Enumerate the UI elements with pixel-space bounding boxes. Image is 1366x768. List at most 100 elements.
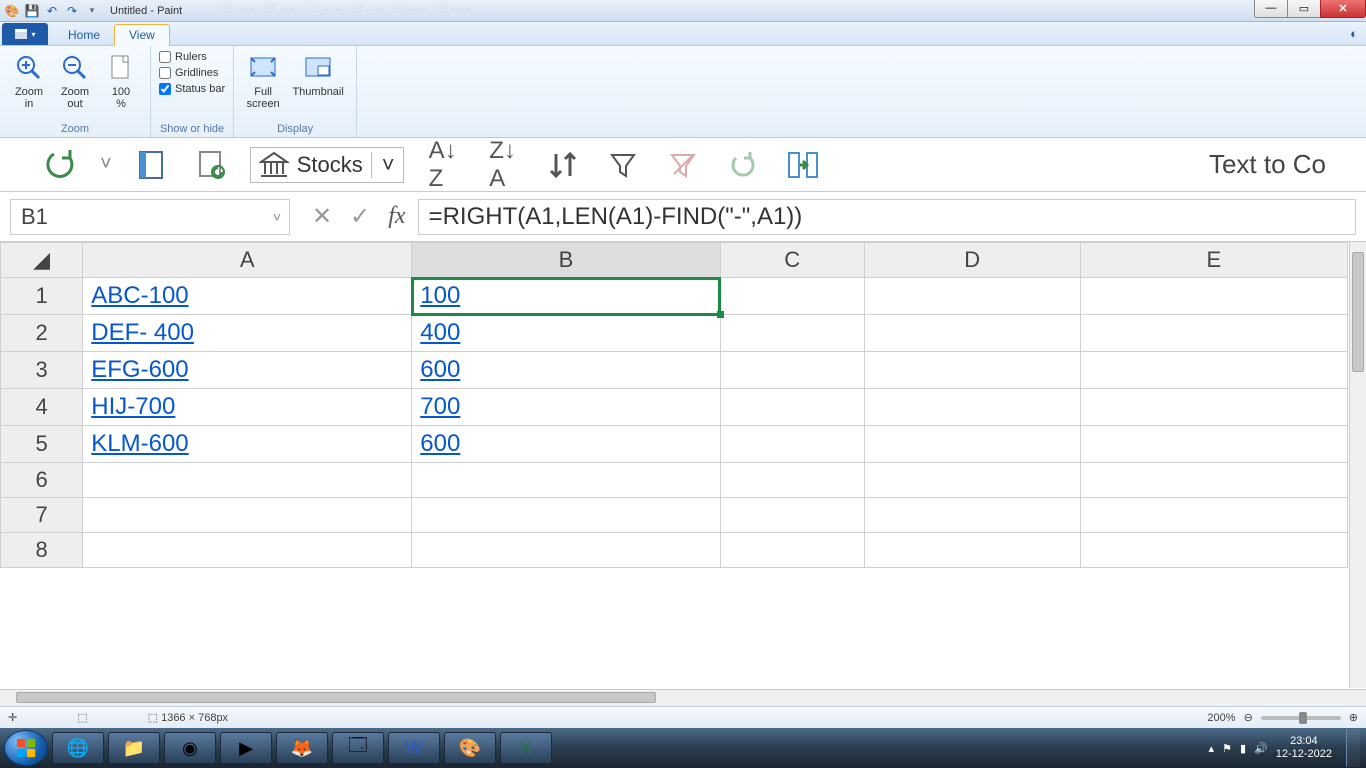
cell[interactable]: KLM-600 — [83, 426, 412, 463]
col-header-A[interactable]: A — [83, 243, 412, 278]
cell[interactable] — [83, 498, 412, 533]
zoom-slider[interactable] — [1261, 716, 1341, 720]
taskbar-media[interactable]: ▶ — [220, 732, 272, 764]
stocks-datatype-button[interactable]: Stocks ˅ — [250, 147, 404, 183]
refresh-icon[interactable] — [40, 144, 82, 186]
cell[interactable] — [83, 463, 412, 498]
cell-selected[interactable]: 100 — [412, 278, 720, 315]
vertical-scrollbar[interactable] — [1349, 242, 1366, 688]
filter-icon[interactable] — [602, 144, 644, 186]
cell[interactable]: 400 — [412, 315, 720, 352]
zoom-100-button[interactable]: 100% — [100, 50, 142, 110]
check-statusbar[interactable]: Status bar — [159, 82, 225, 96]
tab-home[interactable]: Home — [54, 25, 114, 45]
cell[interactable]: HIJ-700 — [83, 389, 412, 426]
cell[interactable] — [720, 533, 864, 568]
col-header-D[interactable]: D — [864, 243, 1080, 278]
row-header[interactable]: 4 — [1, 389, 83, 426]
text-to-columns-icon[interactable] — [782, 144, 824, 186]
select-all-corner[interactable]: ◢ — [1, 243, 83, 278]
start-button[interactable] — [4, 730, 48, 766]
tray-chevron-icon[interactable]: ▴ — [1209, 742, 1215, 755]
cell[interactable] — [412, 463, 720, 498]
row-header[interactable]: 6 — [1, 463, 83, 498]
zoom-in-btn[interactable]: ⊕ — [1349, 711, 1358, 724]
cell[interactable]: 600 — [412, 426, 720, 463]
cell[interactable]: ABC-100 — [83, 278, 412, 315]
full-screen-button[interactable]: Fullscreen — [242, 50, 284, 110]
taskbar-app[interactable]: 🗔 — [332, 732, 384, 764]
row-header[interactable]: 5 — [1, 426, 83, 463]
scrollbar-thumb[interactable] — [16, 692, 656, 703]
tray-flag-icon[interactable]: ⚑ — [1222, 742, 1232, 755]
tray-clock[interactable]: 23:04 12-12-2022 — [1276, 735, 1332, 761]
taskbar-firefox[interactable]: 🦊 — [276, 732, 328, 764]
reapply-icon[interactable] — [722, 144, 764, 186]
cell[interactable] — [864, 463, 1080, 498]
maximize-button[interactable]: ▭ — [1287, 0, 1321, 18]
redo-icon[interactable]: ↷ — [64, 3, 80, 19]
zoom-out-button[interactable]: Zoomout — [54, 50, 96, 110]
slider-thumb[interactable] — [1299, 712, 1307, 724]
row-header[interactable]: 8 — [1, 533, 83, 568]
spreadsheet-grid[interactable]: ◢ A B C D E 1ABC-100100 2DEF- 400 400 3E… — [0, 242, 1348, 688]
sort-az-icon[interactable]: A↓Z — [422, 144, 464, 186]
cell[interactable] — [720, 278, 864, 315]
chevron-down-icon[interactable]: ˅ — [273, 209, 281, 225]
taskbar-excel[interactable]: X — [500, 732, 552, 764]
clear-filter-icon[interactable] — [662, 144, 704, 186]
cell[interactable] — [1080, 463, 1347, 498]
row-header[interactable]: 7 — [1, 498, 83, 533]
fx-icon[interactable]: fx — [388, 203, 405, 230]
row-header[interactable]: 1 — [1, 278, 83, 315]
qat-dropdown-icon[interactable]: ▾ — [84, 3, 100, 19]
help-icon[interactable]: ◐ — [1350, 26, 1358, 41]
cell[interactable] — [864, 352, 1080, 389]
cell[interactable] — [864, 533, 1080, 568]
cell[interactable] — [1080, 352, 1347, 389]
edit-links-icon[interactable] — [190, 144, 232, 186]
cell[interactable] — [1080, 498, 1347, 533]
sort-icon[interactable] — [542, 144, 584, 186]
taskbar-word[interactable]: W — [388, 732, 440, 764]
undo-icon[interactable]: ↶ — [44, 3, 60, 19]
minimize-button[interactable]: — — [1254, 0, 1288, 18]
tray-volume-icon[interactable]: 🔊 — [1254, 742, 1268, 755]
cell[interactable] — [864, 498, 1080, 533]
cell[interactable] — [1080, 533, 1347, 568]
cell[interactable] — [720, 315, 864, 352]
formula-input[interactable]: =RIGHT(A1,LEN(A1)-FIND("-",A1)) — [418, 199, 1356, 235]
horizontal-scrollbar[interactable] — [0, 689, 1366, 706]
accept-formula-icon[interactable]: ✓ — [350, 202, 370, 231]
cell[interactable] — [1080, 389, 1347, 426]
taskbar-ie[interactable]: 🌐 — [52, 732, 104, 764]
name-box[interactable]: B1 ˅ — [10, 199, 290, 235]
col-header-E[interactable]: E — [1080, 243, 1347, 278]
sort-za-icon[interactable]: Z↓A — [482, 144, 524, 186]
row-header[interactable]: 3 — [1, 352, 83, 389]
thumbnail-button[interactable]: Thumbnail — [288, 50, 348, 98]
save-icon[interactable]: 💾 — [24, 3, 40, 19]
cell[interactable] — [720, 352, 864, 389]
check-rulers[interactable]: Rulers — [159, 50, 207, 64]
cell[interactable] — [864, 278, 1080, 315]
row-header[interactable]: 2 — [1, 315, 83, 352]
tab-view[interactable]: View — [114, 24, 170, 46]
close-button[interactable]: ✕ — [1320, 0, 1366, 18]
cell[interactable]: 600 — [412, 352, 720, 389]
cell[interactable] — [720, 463, 864, 498]
cell[interactable] — [1080, 426, 1347, 463]
paint-canvas[interactable]: ˅ Stocks ˅ A↓Z Z↓A Text to Co B1 ˅ ✕ ✓ f… — [0, 138, 1366, 706]
col-header-C[interactable]: C — [720, 243, 864, 278]
cell[interactable] — [720, 389, 864, 426]
properties-icon[interactable] — [130, 144, 172, 186]
taskbar-explorer[interactable]: 📁 — [108, 732, 160, 764]
cell[interactable]: EFG-600 — [83, 352, 412, 389]
scrollbar-thumb[interactable] — [1352, 252, 1364, 372]
tray-network-icon[interactable]: ▮ — [1240, 742, 1246, 755]
cell[interactable] — [720, 426, 864, 463]
system-tray[interactable]: ▴ ⚑ ▮ 🔊 23:04 12-12-2022 — [1209, 729, 1362, 767]
show-desktop-button[interactable] — [1346, 729, 1360, 767]
cell[interactable] — [720, 498, 864, 533]
taskbar-chrome[interactable]: ◉ — [164, 732, 216, 764]
